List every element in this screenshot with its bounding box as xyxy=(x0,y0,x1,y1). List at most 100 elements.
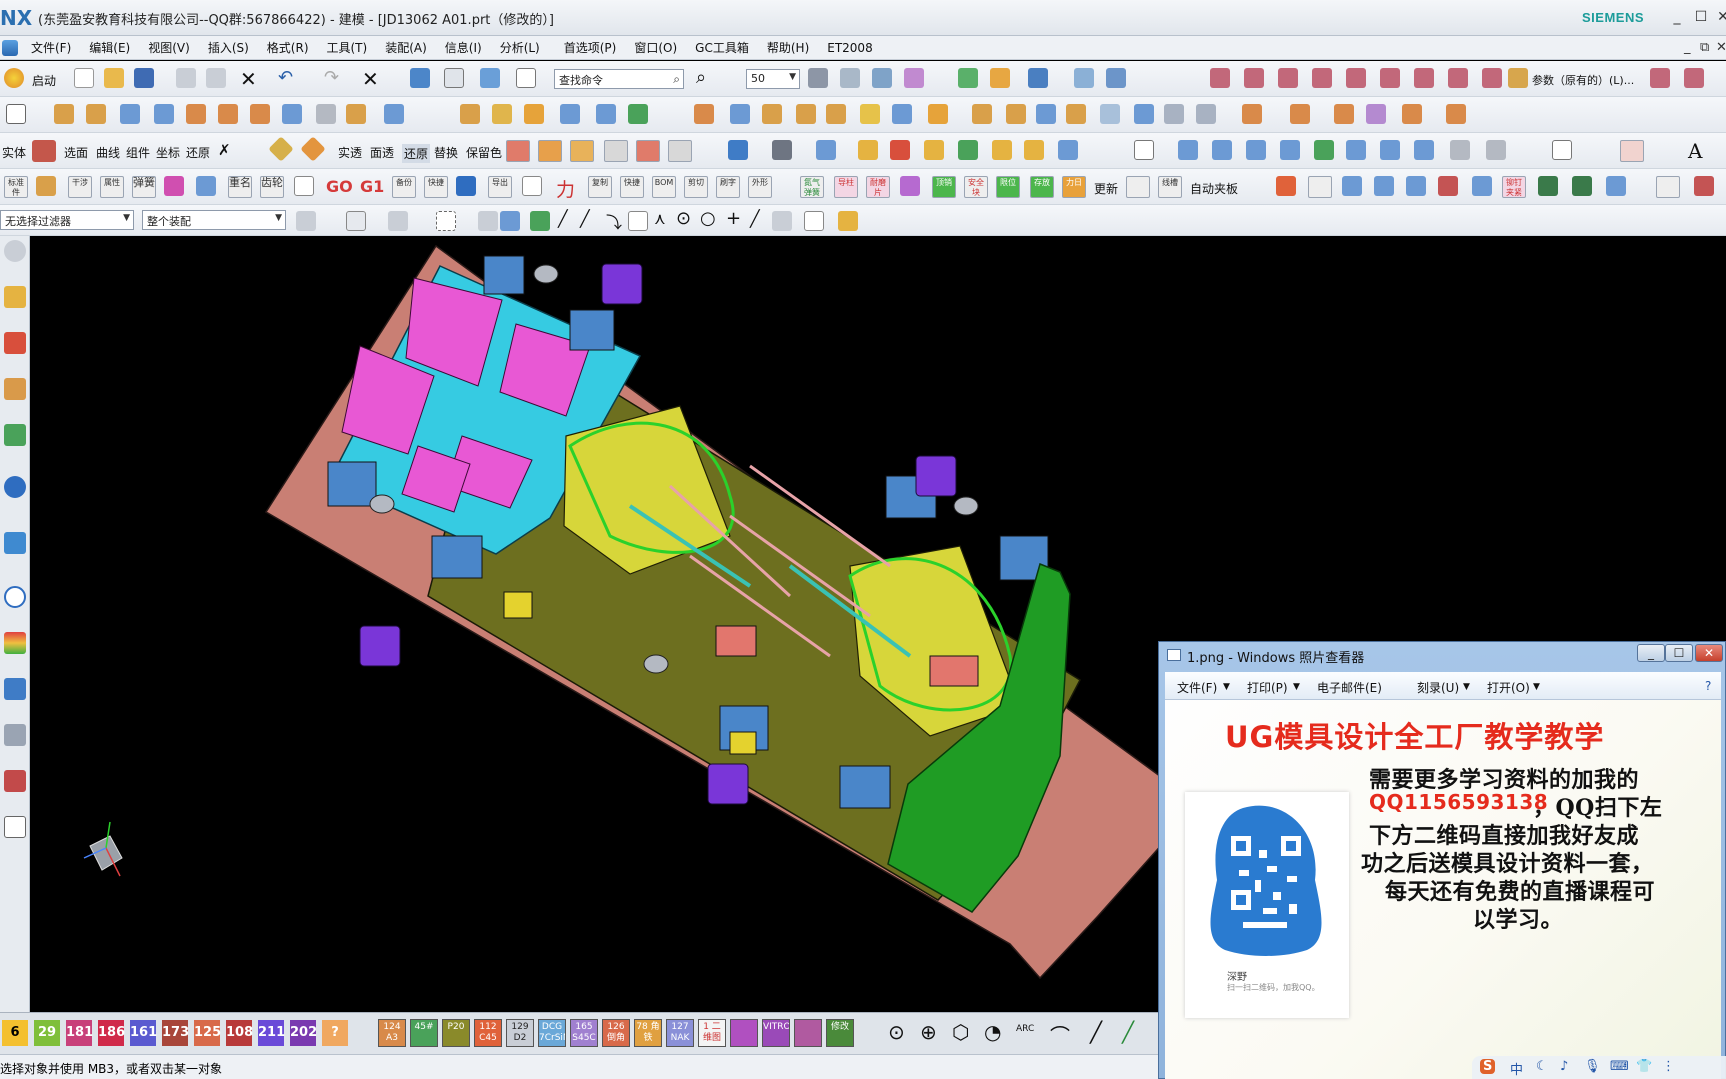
tool-d-icon[interactable] xyxy=(1374,176,1394,196)
selection-scope-select[interactable]: 整个装配 ▼ xyxy=(142,210,286,230)
pin-chip[interactable]: 顶销 xyxy=(932,176,956,198)
go-button[interactable]: GO xyxy=(326,177,353,196)
view-fit-icon[interactable] xyxy=(728,140,748,160)
shortcut-chip[interactable]: 快捷 xyxy=(620,176,644,198)
minimize-button[interactable]: _ xyxy=(1666,6,1688,28)
text-icon[interactable]: A xyxy=(1688,139,1702,163)
solid-tool-1-icon[interactable] xyxy=(972,104,992,124)
move-face-icon[interactable] xyxy=(762,104,782,124)
cylinder-icon[interactable] xyxy=(154,104,174,124)
gear-chip[interactable]: 齿轮 xyxy=(260,176,284,198)
edit-object-icon[interactable] xyxy=(410,68,430,88)
snap-icon[interactable] xyxy=(1028,68,1048,88)
material-chip-a3[interactable]: 124 A3 xyxy=(378,1019,406,1047)
select-face-button[interactable]: 选面 xyxy=(64,144,88,161)
tool-k-chip[interactable] xyxy=(1656,176,1680,198)
viewer-minimize-button[interactable]: _ xyxy=(1637,644,1665,662)
solid-tool-6-icon[interactable] xyxy=(1134,104,1154,124)
drafting-icon[interactable] xyxy=(1552,140,1572,160)
slot-chip[interactable]: 线槽 xyxy=(1158,176,1182,198)
surface-tool-1-icon[interactable] xyxy=(1134,140,1154,160)
solid-tool-11-icon[interactable] xyxy=(1334,104,1354,124)
tool-b-chip[interactable] xyxy=(1308,176,1332,198)
redo-icon[interactable]: ↷ xyxy=(324,67,339,88)
replace-button[interactable]: 替换 xyxy=(434,144,458,161)
shell-icon[interactable] xyxy=(560,104,580,124)
thread-icon[interactable] xyxy=(316,104,336,124)
view-iso-icon[interactable] xyxy=(858,140,878,160)
tool-j-icon[interactable] xyxy=(1606,176,1626,196)
material-chip-angle[interactable]: 78 角铁 xyxy=(634,1019,662,1047)
open-folder-icon[interactable] xyxy=(104,68,124,88)
keep-color-button[interactable]: 保留色 xyxy=(466,144,502,161)
color-chip-purple[interactable] xyxy=(730,1019,758,1047)
material-chip-nak[interactable]: 127 NAK xyxy=(666,1019,694,1047)
press-chip[interactable] xyxy=(1126,176,1150,198)
ime-keyboard-icon[interactable]: ⌨ xyxy=(1610,1059,1629,1074)
color-chip-violet[interactable] xyxy=(794,1019,822,1047)
gas-spring-chip[interactable]: 氮气弹簧 xyxy=(800,176,824,198)
surface-tool-6-icon[interactable] xyxy=(1314,140,1334,160)
auto-assemble-button[interactable] xyxy=(1620,140,1644,162)
sketch-icon[interactable] xyxy=(6,104,26,124)
clock-icon[interactable] xyxy=(4,586,26,608)
viewer-menu-print[interactable]: 打印(P) xyxy=(1247,679,1288,696)
solid-transparent-button[interactable]: 实透 xyxy=(338,144,362,161)
drawing-chip[interactable]: 1 二维图 xyxy=(698,1019,726,1047)
roles-icon[interactable] xyxy=(4,770,26,792)
solid-filter-button[interactable]: 实体 xyxy=(2,144,26,161)
storage-chip[interactable]: 存放 xyxy=(1030,176,1054,198)
guide-post-chip[interactable]: 导柱 xyxy=(834,176,858,198)
start-menu[interactable]: 启动 xyxy=(32,72,56,89)
quick-clamp-chip[interactable] xyxy=(636,140,660,162)
transform-icon[interactable] xyxy=(958,68,978,88)
snap-settings-icon[interactable] xyxy=(838,211,858,231)
layer-chip-3[interactable] xyxy=(570,140,594,162)
draft-icon[interactable] xyxy=(596,104,616,124)
menu-tools[interactable]: 工具(T) xyxy=(318,40,377,56)
point-icon[interactable] xyxy=(1074,68,1094,88)
select-add-icon[interactable] xyxy=(346,211,366,231)
curve-tool-6-icon[interactable] xyxy=(1380,68,1400,88)
face-transparent-button[interactable]: 面透 xyxy=(370,144,394,161)
color-chip-211[interactable]: 211 xyxy=(258,1020,285,1046)
solid-tool-9-icon[interactable] xyxy=(1242,104,1262,124)
web-browser-icon[interactable] xyxy=(4,476,26,498)
component-filter-button[interactable]: 组件 xyxy=(126,144,150,161)
wave-tool-icon[interactable] xyxy=(294,176,314,196)
color-chip-161[interactable]: 161 xyxy=(130,1020,157,1046)
surface-tool-3-icon[interactable] xyxy=(1212,140,1232,160)
close-button[interactable]: ✕ xyxy=(1712,6,1726,28)
ime-punct-icon[interactable]: ♪ xyxy=(1560,1059,1568,1074)
constraint-navigator-icon[interactable] xyxy=(4,332,26,354)
restore-button[interactable]: 还原 xyxy=(186,144,210,161)
color-chip-202[interactable]: 202 xyxy=(290,1020,317,1046)
snap-quadrant-icon[interactable]: ○ xyxy=(700,208,716,229)
chamfer-icon[interactable] xyxy=(524,104,544,124)
tool-circle-icon[interactable]: ⊙ xyxy=(888,1020,905,1044)
color-chip-108[interactable]: 108 xyxy=(226,1020,253,1046)
g1-button[interactable]: G1 xyxy=(360,177,384,196)
quick-template-chip[interactable] xyxy=(668,140,692,162)
material-chip-chamfer[interactable]: 126 倒角 xyxy=(602,1019,630,1047)
menu-info[interactable]: 信息(I) xyxy=(436,40,491,56)
part-navigator-icon[interactable] xyxy=(4,378,26,400)
material-chip-d2[interactable]: 129 D2 xyxy=(506,1019,534,1047)
update-button[interactable]: 更新 xyxy=(1094,180,1118,197)
material-chip-7crsimn[interactable]: DCG 7CrSiMn xyxy=(538,1019,566,1047)
material-chip-s45c[interactable]: 165 S45C xyxy=(570,1019,598,1047)
block-icon[interactable] xyxy=(120,104,140,124)
outline-chip[interactable]: 外形 xyxy=(748,176,772,198)
menu-assembly[interactable]: 装配(A) xyxy=(376,40,436,56)
solid-tool-10-icon[interactable] xyxy=(1290,104,1310,124)
snap-grid-icon[interactable] xyxy=(804,211,824,231)
solid-tool-4-icon[interactable] xyxy=(1066,104,1086,124)
snap-center-icon[interactable]: ⊙ xyxy=(676,208,691,229)
snap-endpoint-icon[interactable] xyxy=(530,211,550,231)
layer-chip-1[interactable] xyxy=(506,140,530,162)
offset-region-icon[interactable] xyxy=(826,104,846,124)
menu-analysis[interactable]: 分析(L) xyxy=(491,40,549,56)
curve-tool-10-icon[interactable] xyxy=(1650,68,1670,88)
menu-et2008[interactable]: ET2008 xyxy=(818,40,881,56)
select-all-icon[interactable] xyxy=(478,211,498,231)
